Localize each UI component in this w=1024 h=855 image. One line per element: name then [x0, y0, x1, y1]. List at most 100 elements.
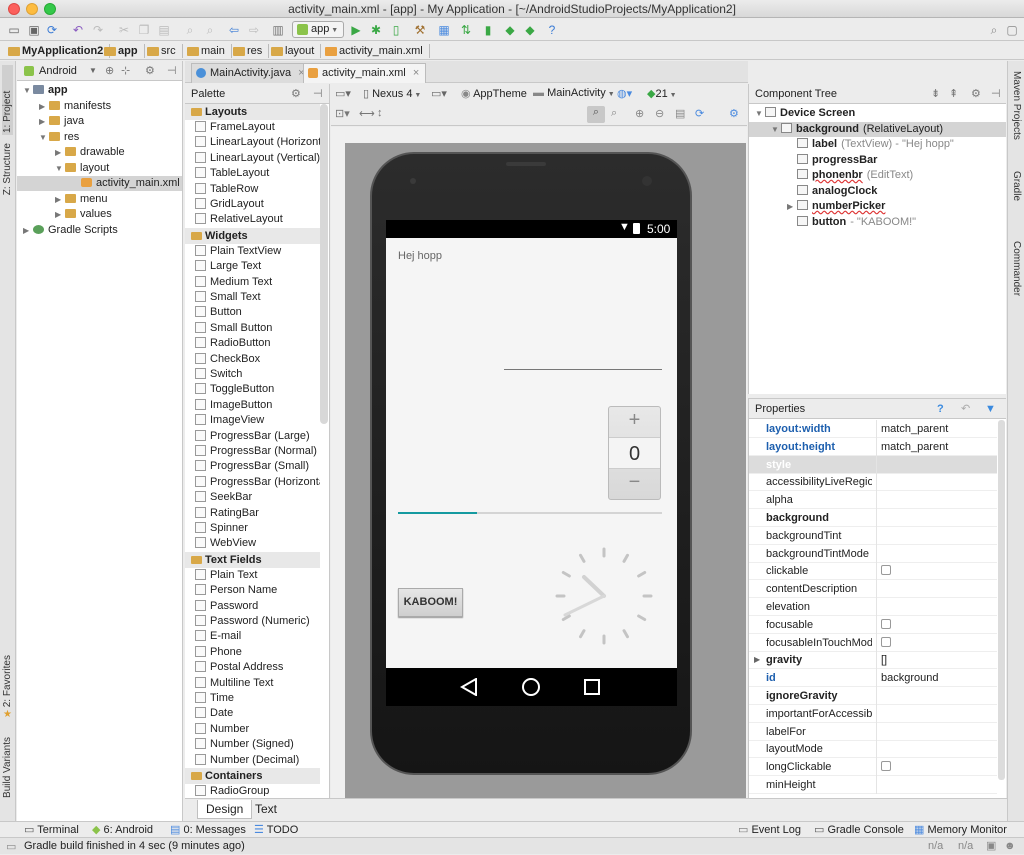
palette-item-radiogroup[interactable]: RadioGroup — [195, 784, 320, 796]
property-id[interactable]: id background — [749, 669, 997, 688]
attach-debugger-icon[interactable]: ▯ — [388, 22, 404, 38]
activity-select[interactable]: ▬ MainActivity ▼ — [533, 87, 615, 99]
property-value[interactable] — [876, 704, 881, 723]
palette-section-containers[interactable]: Containers — [185, 768, 320, 784]
zoom-to-fit-icon[interactable]: ⊡▾ — [335, 107, 350, 120]
build-variants-tool-button[interactable]: Build Variants — [2, 737, 13, 798]
palette-item-framelayout[interactable]: FrameLayout — [195, 120, 320, 135]
property-longclickable[interactable]: longClickable — [749, 758, 997, 777]
project-tree-item-layout[interactable]: ▼ layout — [17, 161, 182, 176]
help-icon[interactable]: ? — [937, 399, 944, 419]
palette-item-imagebutton[interactable]: ImageButton — [195, 398, 320, 413]
palette-item-postal-address[interactable]: Postal Address — [195, 660, 320, 675]
collapse-all-icon[interactable]: ⊹ — [121, 61, 130, 81]
property-value[interactable]: [] — [876, 651, 887, 670]
property-backgroundtint[interactable]: backgroundTint — [749, 526, 997, 545]
filter-icon[interactable]: ▼ — [985, 399, 996, 419]
property-clickable[interactable]: clickable — [749, 562, 997, 581]
palette-item-multiline-text[interactable]: Multiline Text — [195, 676, 320, 691]
sync-scroll-icon[interactable]: ⊕ — [105, 61, 114, 81]
android-monitor-icon[interactable]: ◆ — [502, 22, 518, 38]
number-picker[interactable]: + 0 − — [608, 406, 661, 500]
palette-item-switch[interactable]: Switch — [195, 367, 320, 382]
palette-section-widgets[interactable]: Widgets — [185, 227, 320, 244]
design-mode-icon[interactable]: ▭▾ — [335, 87, 351, 100]
property-value[interactable] — [876, 722, 881, 741]
palette-item-small-button[interactable]: Small Button — [195, 321, 320, 336]
project-tree-item-java[interactable]: ▶ java — [17, 114, 182, 129]
chevron-right-icon[interactable]: ▶ — [55, 145, 65, 160]
property-layout-width[interactable]: layout:width match_parent — [749, 420, 997, 438]
palette-item-progressbar-small[interactable]: ProgressBar (Small) — [195, 459, 320, 474]
palette-item-gridlayout[interactable]: GridLayout — [195, 197, 320, 212]
property-ignoregravity[interactable]: ignoreGravity — [749, 687, 997, 705]
project-tree-item-app[interactable]: ▼ app — [17, 83, 182, 98]
project-tree-item-res[interactable]: ▼ res — [17, 130, 182, 145]
property-checkbox[interactable] — [881, 636, 891, 647]
tab-text[interactable]: Text — [247, 800, 285, 819]
breadcrumb-res[interactable]: res — [233, 44, 270, 58]
palette-item-relativelayout[interactable]: RelativeLayout — [195, 212, 320, 227]
maven-projects-tool-button[interactable]: Maven Projects — [1011, 71, 1022, 140]
hide-panel-icon[interactable]: ⊣ — [313, 84, 323, 104]
redo-icon[interactable]: ↷ — [90, 22, 106, 38]
android-tool-button[interactable]: ◆ 6: Android — [92, 823, 153, 836]
replace-icon[interactable]: ⌕ — [202, 22, 218, 38]
paste-icon[interactable]: ▤ — [156, 22, 172, 38]
breadcrumb-project[interactable]: MyApplication2 — [8, 44, 111, 58]
property-value[interactable] — [876, 687, 881, 705]
chevron-right-icon[interactable]: ▶ — [787, 199, 797, 214]
inspector-icon[interactable]: ☻ — [1004, 838, 1016, 854]
messages-tool-button[interactable]: ▤ 0: Messages — [170, 823, 246, 836]
property-value[interactable] — [876, 580, 881, 599]
minimize-window-button[interactable] — [26, 3, 38, 15]
properties-scrollbar[interactable] — [998, 420, 1005, 780]
property-focusableintouchmode[interactable]: focusableInTouchMode — [749, 633, 997, 652]
event-log-tool-button[interactable]: ▭ Event Log — [738, 823, 801, 836]
property-value[interactable] — [876, 633, 891, 652]
hide-panel-icon[interactable]: ⊣ — [167, 61, 177, 81]
device-select[interactable]: ▯ Nexus 4 ▼ — [363, 87, 421, 100]
property-value[interactable] — [876, 509, 881, 527]
component-button[interactable]: button - "KABOOM!" — [749, 215, 1006, 230]
palette-item-tablerow[interactable]: TableRow — [195, 182, 320, 197]
chevron-right-icon[interactable]: ▶ — [39, 114, 49, 129]
copy-icon[interactable]: ❐ — [136, 22, 152, 38]
chevron-down-icon[interactable]: ▼ — [771, 122, 781, 137]
palette-item-progressbar-horizonta[interactable]: ProgressBar (Horizonta — [195, 475, 320, 490]
save-icon[interactable]: ▣ — [26, 22, 42, 38]
palette-item-small-text[interactable]: Small Text — [195, 290, 320, 305]
palette-item-spinner[interactable]: Spinner — [195, 521, 320, 536]
property-minheight[interactable]: minHeight — [749, 776, 997, 794]
property-value[interactable] — [876, 455, 881, 474]
expand-vertical-icon[interactable]: ↕ — [377, 107, 383, 119]
component-numberpicker[interactable]: ▶ numberPicker — [749, 199, 1006, 214]
help-icon[interactable]: ? — [544, 22, 560, 38]
recents-nav-icon[interactable] — [583, 678, 601, 696]
palette-section-text-fields[interactable]: Text Fields — [185, 551, 320, 568]
lock-icon[interactable]: ▣ — [986, 838, 996, 854]
back-icon[interactable]: ⇦ — [226, 22, 242, 38]
run-config-select[interactable]: app ▼ — [292, 21, 344, 38]
breadcrumb-main[interactable]: main — [187, 44, 232, 58]
zoom-out-icon[interactable]: ⊖ — [655, 107, 664, 120]
chevron-right-icon[interactable]: ▶ — [754, 651, 760, 669]
property-value[interactable] — [876, 526, 881, 545]
breadcrumb-layout[interactable]: layout — [271, 44, 322, 58]
project-tree-item-drawable[interactable]: ▶ drawable — [17, 145, 182, 160]
expand-horizontal-icon[interactable]: ⟷ — [359, 107, 375, 120]
memory-monitor-tool-button[interactable]: ▦ Memory Monitor — [914, 823, 1007, 836]
run-icon[interactable]: ▶ — [348, 22, 364, 38]
property-backgroundtintmode[interactable]: backgroundTintMode — [749, 544, 997, 563]
chevron-down-icon[interactable]: ▼ — [89, 61, 97, 81]
property-value[interactable]: match_parent — [876, 437, 948, 456]
palette-item-linearlayout-horizonta[interactable]: LinearLayout (Horizonta — [195, 135, 320, 150]
theme-select[interactable]: ◉ AppTheme — [461, 87, 527, 100]
device-screen[interactable]: ▼ 5:00 Hej hopp + 0 − KABOOM! — [386, 220, 677, 706]
commander-tool-button[interactable]: Commander — [1011, 241, 1022, 296]
chevron-right-icon[interactable]: ▶ — [55, 207, 65, 222]
property-gravity[interactable]: ▶ gravity [] — [749, 651, 997, 670]
property-value[interactable]: background — [876, 669, 939, 688]
breadcrumb-app[interactable]: app — [104, 44, 145, 58]
sidebar-toggle-icon[interactable]: ▢ — [1004, 22, 1020, 38]
